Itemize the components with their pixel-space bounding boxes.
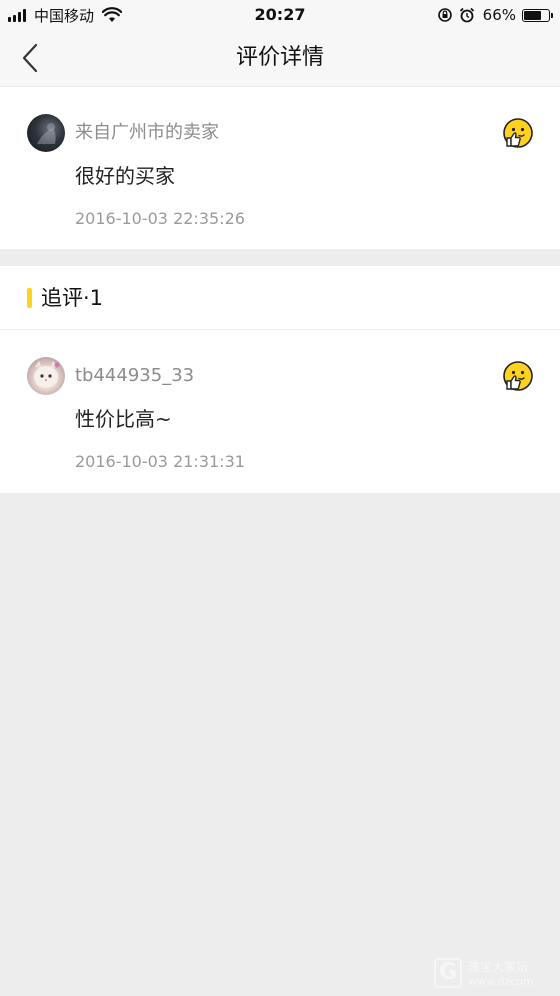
review-card: 来自广州市的卖家 很好的买家 2016-10-03 22:35:26 — [0, 87, 560, 249]
avatar-image — [34, 361, 60, 388]
followup-accent-bar — [27, 288, 32, 308]
status-bar: 中国移动 20:27 66% — [0, 0, 560, 30]
watermark-text: 珠宝大家坛 — [468, 960, 529, 974]
battery-fill — [524, 10, 542, 20]
followup-header: 追评·1 — [0, 266, 560, 329]
thumbs-up-emoji-icon[interactable] — [502, 360, 534, 392]
followup-title: 追评·1 — [41, 286, 104, 310]
avatar[interactable] — [27, 357, 65, 395]
nav-bar: 评价详情 — [0, 30, 560, 86]
review-text: 性价比高~ — [75, 407, 172, 431]
watermark-logo: G — [434, 958, 462, 988]
thumbs-up-emoji-icon[interactable] — [502, 117, 534, 149]
watermark: G 珠宝大家坛 www.dzcom — [434, 958, 552, 990]
avatar[interactable] — [27, 114, 65, 152]
avatar-image — [37, 123, 56, 144]
battery-icon — [522, 8, 553, 22]
followup-review-card: tb444935_33 性价比高~ 2016-10-03 21:31:31 — [0, 330, 560, 493]
review-text: 很好的买家 — [75, 164, 175, 188]
orientation-lock-icon — [437, 8, 452, 22]
review-timestamp: 2016-10-03 21:31:31 — [75, 452, 245, 471]
watermark-url: www.dzcom — [468, 975, 534, 988]
alarm-icon — [459, 7, 474, 23]
review-timestamp: 2016-10-03 22:35:26 — [75, 209, 245, 228]
battery-percent: 66% — [482, 6, 516, 24]
page-title: 评价详情 — [235, 45, 324, 70]
status-right: 66% — [431, 4, 553, 26]
reviewer-name: tb444935_33 — [75, 365, 195, 386]
reviewer-name: 来自广州市的卖家 — [75, 122, 219, 143]
